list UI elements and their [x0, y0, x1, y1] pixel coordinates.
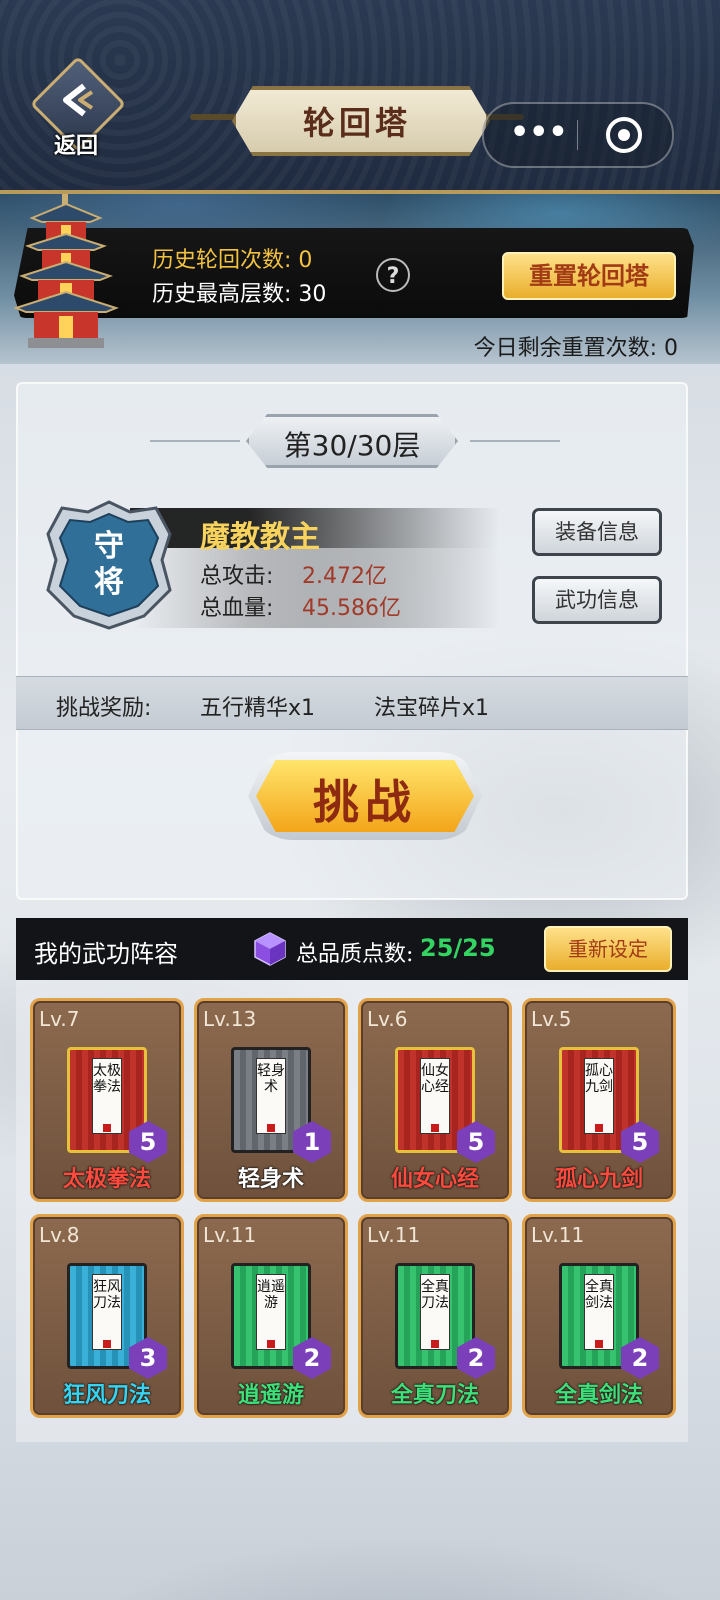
- book-seal: [431, 1124, 439, 1132]
- guard-badge-icon: 守 将: [46, 500, 172, 630]
- reward-label: 挑战奖励:: [56, 696, 152, 721]
- skill-card-quanzhen-jian[interactable]: Lv.11 全真剑法 2 全真剑法: [522, 1214, 676, 1418]
- challenge-button[interactable]: 挑战: [248, 752, 482, 840]
- back-label: 返回: [53, 133, 98, 159]
- reset-tower-button[interactable]: 重置轮回塔: [502, 252, 676, 300]
- floor-label: 第30/30层: [283, 429, 421, 462]
- book-seal: [267, 1340, 275, 1348]
- attack-label: 总攻击:: [200, 564, 274, 589]
- skill-name: 逍遥游: [237, 1383, 304, 1408]
- skill-card-xiannv[interactable]: Lv.6 仙女心经 5 仙女心经: [358, 998, 512, 1202]
- skill-level: Lv.11: [203, 1223, 257, 1247]
- purple-gem-icon: [254, 932, 286, 966]
- quality-label: 总品质点数:: [296, 942, 414, 967]
- reward-item-1: 五行精华x1: [200, 696, 316, 721]
- back-arrow-icon: [63, 83, 94, 117]
- reset-lineup-button[interactable]: 重新设定: [544, 926, 672, 972]
- top-header: 返回 轮回塔 •••: [0, 0, 720, 194]
- history-max-floor: 历史最高层数: 30: [152, 282, 327, 307]
- skill-card-taiji[interactable]: Lv.7 太极拳法 5 太极拳法: [30, 998, 184, 1202]
- guard-badge-text-1: 守: [94, 529, 124, 564]
- reward-item-2: 法宝碎片x1: [374, 696, 490, 721]
- challenge-button-label: 挑战: [313, 775, 417, 829]
- skill-card-qingshen[interactable]: Lv.13 轻身术 1 轻身术: [194, 998, 348, 1202]
- skill-level: Lv.11: [531, 1223, 585, 1247]
- book-seal: [431, 1340, 439, 1348]
- skill-name: 全真剑法: [554, 1383, 643, 1408]
- lineup-title: 我的武功阵容: [34, 940, 178, 968]
- skill-level: Lv.5: [531, 1007, 572, 1031]
- skill-info-button[interactable]: 武功信息: [532, 576, 662, 624]
- capsule-divider: [577, 120, 578, 150]
- hp-value: 45.586亿: [302, 596, 401, 621]
- skill-card-quanzhen-dao[interactable]: Lv.11 全真刀法 2 全真刀法: [358, 1214, 512, 1418]
- book-cover-text: 孤心九剑: [584, 1058, 614, 1134]
- pagoda-icon: [13, 194, 119, 348]
- back-button[interactable]: 返回: [29, 55, 127, 159]
- history-count: 历史轮回次数: 0: [152, 248, 313, 273]
- skill-name: 太极拳法: [62, 1167, 151, 1192]
- skill-name: 轻身术: [237, 1167, 304, 1192]
- book-seal: [103, 1124, 111, 1132]
- floor-line-right: [470, 440, 560, 442]
- page-title: 轮回塔: [302, 104, 411, 142]
- book-cover-text: 太极拳法: [92, 1058, 122, 1134]
- book-cover-text: 全真刀法: [420, 1274, 450, 1350]
- book-cover-text: 逍遥游: [256, 1274, 286, 1350]
- mini-program-capsule: •••: [482, 102, 674, 168]
- skill-level: Lv.11: [367, 1223, 421, 1247]
- guard-badge-text-2: 将: [94, 565, 124, 600]
- book-seal: [103, 1340, 111, 1348]
- book-seal: [595, 1340, 603, 1348]
- skill-name: 仙女心经: [390, 1167, 479, 1192]
- lineup-panel: Lv.7 太极拳法 5 太极拳法 Lv.13 轻身术 1 轻身术 Lv.6 仙女…: [16, 980, 688, 1442]
- title-plaque: 轮回塔: [190, 84, 524, 156]
- skill-level: Lv.13: [203, 1007, 257, 1031]
- attack-value: 2.472亿: [302, 564, 387, 589]
- quality-value: 25/25: [420, 934, 496, 962]
- reset-remaining: 今日剩余重置次数: 0: [473, 336, 678, 361]
- skill-level: Lv.6: [367, 1007, 408, 1031]
- help-icon[interactable]: ?: [376, 258, 410, 292]
- hp-label: 总血量:: [200, 596, 274, 621]
- more-dots-icon[interactable]: •••: [510, 118, 568, 152]
- skill-card-kuangfeng[interactable]: Lv.8 狂风刀法 3 狂风刀法: [30, 1214, 184, 1418]
- book-seal: [595, 1124, 603, 1132]
- skill-name: 全真刀法: [390, 1383, 479, 1408]
- book-seal: [267, 1124, 275, 1132]
- target-icon[interactable]: [606, 117, 642, 153]
- skill-level: Lv.7: [39, 1007, 80, 1031]
- skill-name: 孤心九剑: [554, 1167, 643, 1192]
- skill-level: Lv.8: [39, 1223, 80, 1247]
- book-cover-text: 全真剑法: [584, 1274, 614, 1350]
- floor-line-left: [150, 440, 240, 442]
- boss-name: 魔教教主: [200, 520, 320, 555]
- skill-card-xiaoyao[interactable]: Lv.11 逍遥游 2 逍遥游: [194, 1214, 348, 1418]
- book-cover-text: 轻身术: [256, 1058, 286, 1134]
- book-cover-text: 仙女心经: [420, 1058, 450, 1134]
- equip-info-button[interactable]: 装备信息: [532, 508, 662, 556]
- skill-card-guxin[interactable]: Lv.5 孤心九剑 5 孤心九剑: [522, 998, 676, 1202]
- book-cover-text: 狂风刀法: [92, 1274, 122, 1350]
- skill-name: 狂风刀法: [62, 1383, 151, 1408]
